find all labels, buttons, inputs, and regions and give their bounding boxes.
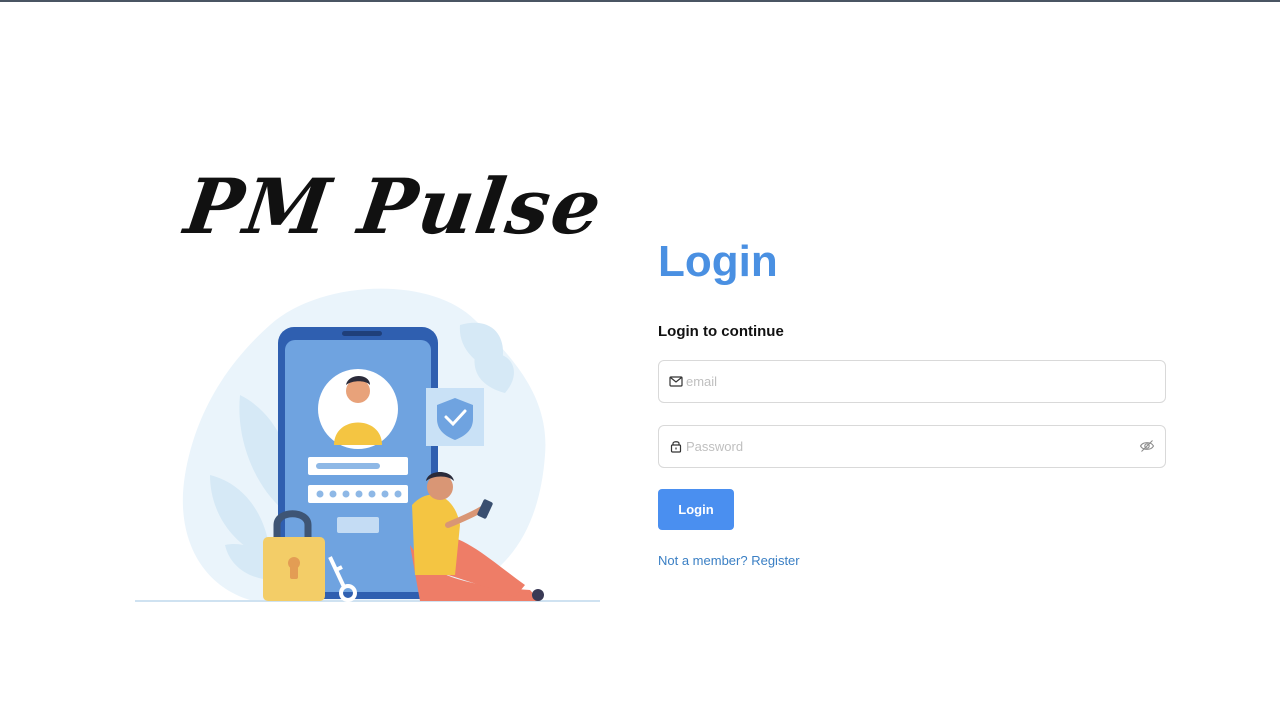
mail-icon xyxy=(669,376,683,387)
login-form: Login Login to continue Login Not a xyxy=(658,236,1166,568)
brand-logo-text: PM Pulse xyxy=(179,162,609,251)
brand-logo: PM Pulse xyxy=(150,150,609,270)
top-border xyxy=(0,0,1280,2)
login-illustration xyxy=(135,288,600,602)
password-field xyxy=(658,425,1166,468)
email-field xyxy=(658,360,1166,403)
email-input[interactable] xyxy=(686,361,1126,402)
password-input[interactable] xyxy=(686,426,1126,467)
login-page: PM Pulse Login Login to continue email L… xyxy=(0,0,1280,702)
eye-slash-icon[interactable] xyxy=(1139,439,1155,453)
login-subtitle: Login to continue xyxy=(658,323,784,340)
lock-icon xyxy=(670,441,682,453)
shield-icon xyxy=(426,388,484,446)
login-title: Login xyxy=(658,237,778,286)
register-link[interactable]: Not a member? Register xyxy=(658,553,1166,568)
login-button[interactable]: Login xyxy=(658,489,734,530)
